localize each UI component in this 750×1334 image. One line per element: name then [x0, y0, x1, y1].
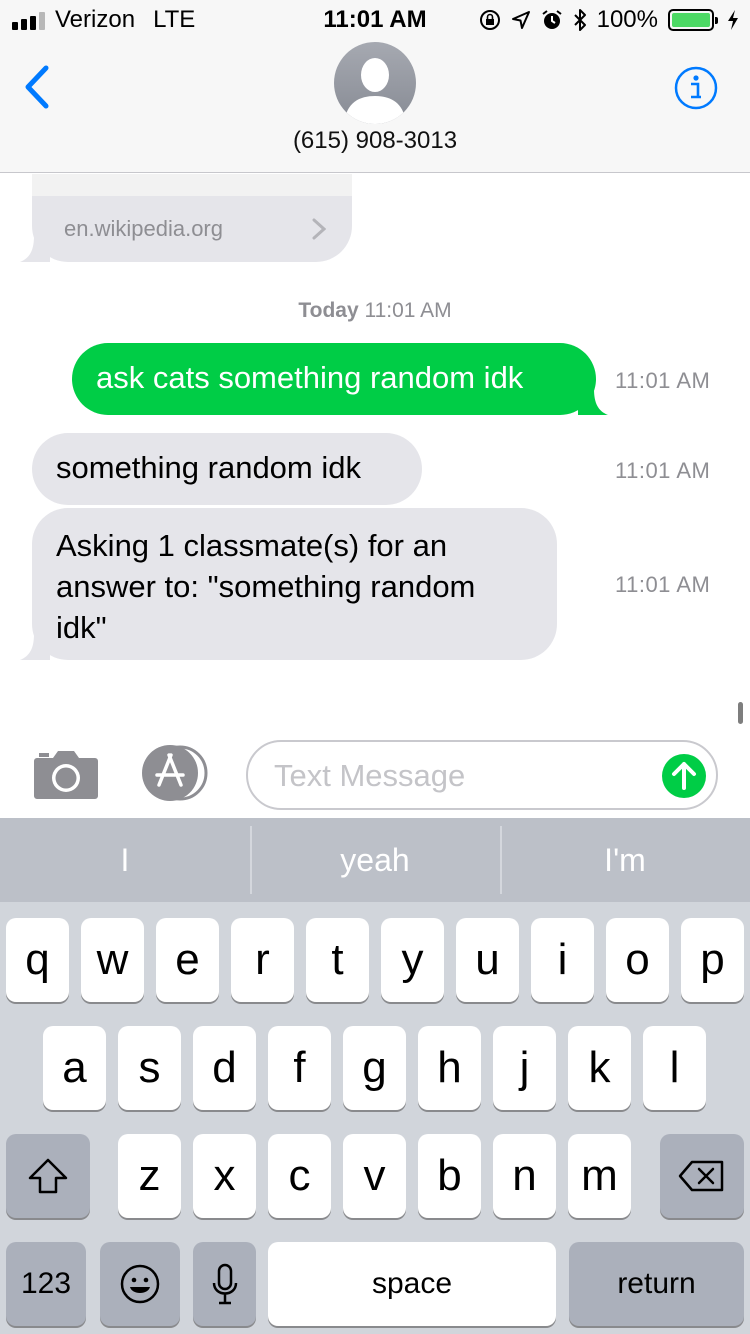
bubble-tail	[20, 236, 50, 262]
key-x[interactable]: x	[193, 1134, 256, 1218]
app-store-button[interactable]	[140, 745, 212, 801]
date-header: Today 11:01 AM	[0, 299, 750, 323]
message-text: Asking 1 classmate(s) for an answer to: …	[56, 525, 475, 648]
back-button[interactable]	[20, 64, 60, 110]
key-p[interactable]: p	[681, 918, 744, 1002]
message-input[interactable]	[274, 756, 644, 796]
key-r[interactable]: r	[231, 918, 294, 1002]
info-button[interactable]	[674, 66, 718, 110]
scroll-indicator[interactable]	[738, 702, 743, 724]
predictive-suggestions: I yeah I'm	[0, 818, 750, 902]
message-line: Asking 1 classmate(s) for an	[56, 528, 448, 563]
status-right: 100%	[479, 6, 740, 34]
shift-key[interactable]	[6, 1134, 90, 1218]
message-line: answer to: "something random	[56, 569, 476, 604]
arrow-up-icon	[672, 762, 696, 790]
key-v[interactable]: v	[343, 1134, 406, 1218]
key-j[interactable]: j	[493, 1026, 556, 1110]
message-line: idk"	[56, 610, 107, 645]
key-o[interactable]: o	[606, 918, 669, 1002]
chevron-left-icon	[25, 65, 49, 109]
status-bar: Verizon LTE 11:01 AM 100%	[0, 0, 750, 40]
delete-key[interactable]	[660, 1134, 744, 1218]
key-u[interactable]: u	[456, 918, 519, 1002]
key-d[interactable]: d	[193, 1026, 256, 1110]
key-e[interactable]: e	[156, 918, 219, 1002]
charging-bolt-icon	[728, 10, 738, 30]
return-key[interactable]: return	[569, 1242, 744, 1326]
date-header-day: Today	[298, 299, 359, 322]
message-text: something random idk	[56, 450, 361, 485]
bluetooth-icon	[573, 9, 586, 31]
key-w[interactable]: w	[81, 918, 144, 1002]
info-circle-icon	[674, 66, 718, 110]
delete-icon	[678, 1160, 724, 1192]
suggestion-item[interactable]: yeah	[250, 818, 500, 902]
link-preview-image-area	[32, 174, 352, 196]
key-k[interactable]: k	[568, 1026, 631, 1110]
emoji-key[interactable]	[100, 1242, 180, 1326]
key-z[interactable]: z	[118, 1134, 181, 1218]
app-store-icon	[142, 745, 208, 801]
numbers-key[interactable]: 123	[6, 1242, 86, 1326]
date-header-time: 11:01 AM	[364, 299, 452, 322]
orientation-lock-icon	[479, 10, 500, 30]
conversation-header: (615) 908-3013	[0, 40, 750, 173]
key-l[interactable]: l	[643, 1026, 706, 1110]
key-n[interactable]: n	[493, 1134, 556, 1218]
emoji-icon	[120, 1264, 160, 1304]
battery-percent: 100%	[596, 6, 658, 33]
message-input-field[interactable]	[246, 740, 718, 810]
chevron-right-icon	[312, 218, 326, 240]
key-y[interactable]: y	[381, 918, 444, 1002]
keyboard: I yeah I'm q w e r t y u i o p a s d f g…	[0, 818, 750, 1334]
shift-icon	[28, 1158, 68, 1194]
key-i[interactable]: i	[531, 918, 594, 1002]
message-bubble-sent[interactable]: ask cats something random idk	[72, 343, 608, 415]
key-m[interactable]: m	[568, 1134, 631, 1218]
suggestion-item[interactable]: I	[0, 818, 250, 902]
contact-avatar[interactable]	[334, 42, 416, 124]
bubble-tail	[578, 389, 608, 415]
space-key[interactable]: space	[268, 1242, 556, 1326]
key-s[interactable]: s	[118, 1026, 181, 1110]
message-timestamp: 11:01 AM	[615, 368, 711, 393]
link-preview-domain: en.wikipedia.org	[64, 216, 223, 241]
key-h[interactable]: h	[418, 1026, 481, 1110]
key-f[interactable]: f	[268, 1026, 331, 1110]
key-c[interactable]: c	[268, 1134, 331, 1218]
location-arrow-icon	[511, 11, 530, 29]
key-b[interactable]: b	[418, 1134, 481, 1218]
battery-icon	[668, 9, 718, 31]
key-g[interactable]: g	[343, 1026, 406, 1110]
link-preview-bubble[interactable]: en.wikipedia.org	[20, 174, 352, 262]
person-silhouette-icon	[344, 58, 406, 124]
alarm-icon	[542, 10, 562, 29]
microphone-icon	[212, 1263, 237, 1305]
contact-name[interactable]: (615) 908-3013	[0, 127, 750, 155]
key-a[interactable]: a	[43, 1026, 106, 1110]
message-timestamp: 11:01 AM	[615, 572, 711, 597]
bubble-tail	[20, 634, 50, 660]
message-bubble-received[interactable]: Asking 1 classmate(s) for an answer to: …	[20, 508, 557, 660]
message-timestamp: 11:01 AM	[615, 458, 711, 483]
camera-button[interactable]	[33, 748, 99, 800]
key-q[interactable]: q	[6, 918, 69, 1002]
key-t[interactable]: t	[306, 918, 369, 1002]
send-button[interactable]	[662, 754, 706, 798]
suggestion-item[interactable]: I'm	[500, 818, 750, 902]
message-bubble-received[interactable]: something random idk	[32, 433, 422, 505]
dictation-key[interactable]	[193, 1242, 256, 1326]
camera-icon	[34, 751, 98, 799]
message-text: ask cats something random idk	[96, 360, 524, 395]
